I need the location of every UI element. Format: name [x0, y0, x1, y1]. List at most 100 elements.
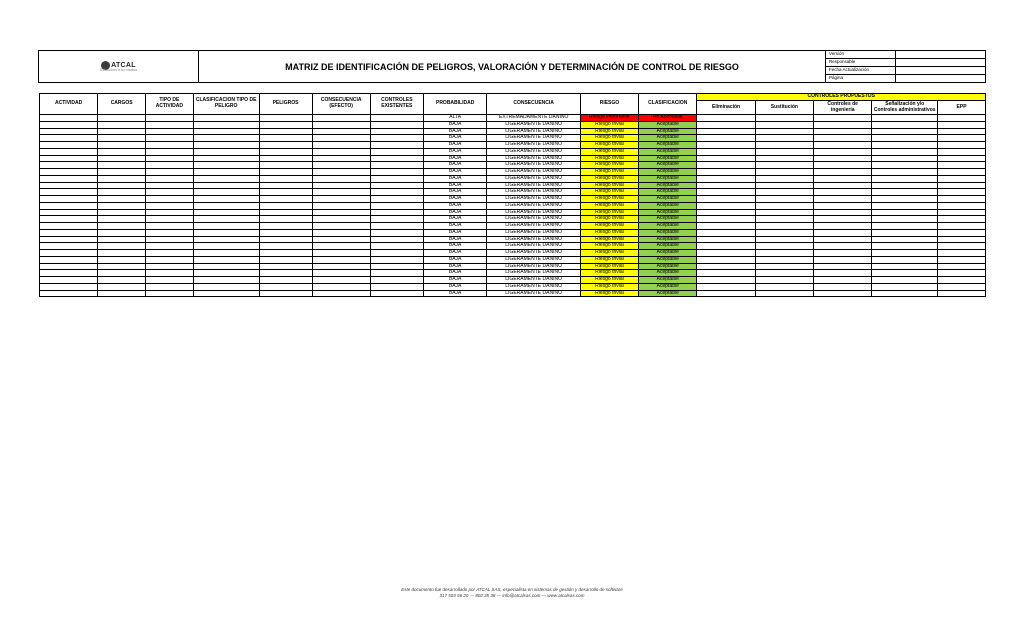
cell-consecuencia: LIGERAMENTE DAÑINO	[487, 196, 580, 203]
cell-blank	[755, 121, 813, 128]
col-group-controles-propuestos: CONTROLES PROPUESTOS	[697, 94, 986, 101]
matrix-body: ALTAEXTREMADAMENTE DAÑINORiesgo importan…	[40, 115, 986, 297]
cell-clasificacion: Aceptable	[639, 182, 697, 189]
cell-blank	[814, 121, 872, 128]
cell-blank	[938, 169, 986, 176]
cell-riesgo: Riesgo trivial	[580, 250, 638, 257]
cell-blank	[938, 135, 986, 142]
cell-clasificacion: Aceptable	[639, 196, 697, 203]
cell-clasificacion: Aceptable	[639, 162, 697, 169]
cell-riesgo: Riesgo trivial	[580, 290, 638, 297]
cell-blank	[814, 263, 872, 270]
cell-blank	[98, 250, 146, 257]
cell-blank	[146, 229, 194, 236]
cell-blank	[872, 283, 938, 290]
cell-probabilidad: BAJA	[423, 202, 487, 209]
matrix-wrap: ACTIVIDAD CARGOS TIPO DE ACTIVIDAD CLASI…	[39, 93, 986, 297]
cell-probabilidad: BAJA	[423, 290, 487, 297]
cell-riesgo: Riesgo trivial	[580, 135, 638, 142]
cell-blank	[40, 229, 98, 236]
cell-blank	[40, 290, 98, 297]
cell-blank	[259, 182, 312, 189]
cell-probabilidad: BAJA	[423, 250, 487, 257]
cell-blank	[872, 290, 938, 297]
cell-blank	[193, 270, 259, 277]
cell-blank	[193, 209, 259, 216]
cell-blank	[259, 243, 312, 250]
cell-blank	[259, 209, 312, 216]
cell-blank	[193, 196, 259, 203]
cell-riesgo: Riesgo trivial	[580, 229, 638, 236]
table-row: BAJALIGERAMENTE DAÑINORiesgo trivialAcep…	[40, 196, 986, 203]
header-table: ATCAL Soluciones a su medida MATRIZ DE I…	[38, 50, 986, 83]
cell-riesgo: Riesgo trivial	[580, 182, 638, 189]
cell-blank	[193, 121, 259, 128]
cell-blank	[697, 155, 755, 162]
cell-clasificacion: Aceptable	[639, 256, 697, 263]
cell-blank	[938, 128, 986, 135]
cell-blank	[697, 256, 755, 263]
cell-blank	[872, 155, 938, 162]
cell-blank	[697, 236, 755, 243]
cell-blank	[938, 148, 986, 155]
cell-blank	[98, 209, 146, 216]
cell-blank	[370, 263, 423, 270]
cell-blank	[312, 162, 370, 169]
footer: Este documento fue desarrollado por ATCA…	[0, 587, 1024, 601]
cell-blank	[938, 229, 986, 236]
cell-blank	[193, 189, 259, 196]
cell-probabilidad: BAJA	[423, 169, 487, 176]
col-epp: EPP	[938, 101, 986, 115]
cell-blank	[193, 236, 259, 243]
cell-blank	[259, 250, 312, 257]
col-clasif-peligro: CLASIFICACION TIPO DE PELIGRO	[193, 94, 259, 115]
cell-blank	[755, 169, 813, 176]
cell-consecuencia: LIGERAMENTE DAÑINO	[487, 169, 580, 176]
cell-blank	[814, 175, 872, 182]
col-eliminacion: Eliminación	[697, 101, 755, 115]
cell-blank	[697, 162, 755, 169]
table-row: BAJALIGERAMENTE DAÑINORiesgo trivialAcep…	[40, 243, 986, 250]
risk-matrix-table: ACTIVIDAD CARGOS TIPO DE ACTIVIDAD CLASI…	[39, 93, 986, 297]
table-row: BAJALIGERAMENTE DAÑINORiesgo trivialAcep…	[40, 229, 986, 236]
cell-blank	[312, 196, 370, 203]
page: ATCAL Soluciones a su medida MATRIZ DE I…	[0, 0, 1024, 622]
cell-blank	[40, 142, 98, 149]
cell-blank	[872, 277, 938, 284]
cell-blank	[697, 243, 755, 250]
cell-riesgo: Riesgo trivial	[580, 277, 638, 284]
cell-blank	[755, 202, 813, 209]
cell-blank	[146, 290, 194, 297]
cell-blank	[40, 169, 98, 176]
cell-blank	[755, 277, 813, 284]
table-row: BAJALIGERAMENTE DAÑINORiesgo trivialAcep…	[40, 128, 986, 135]
cell-blank	[370, 229, 423, 236]
cell-blank	[312, 216, 370, 223]
table-row: BAJALIGERAMENTE DAÑINORiesgo trivialAcep…	[40, 290, 986, 297]
cell-blank	[755, 236, 813, 243]
cell-blank	[312, 236, 370, 243]
cell-clasificacion: Aceptable	[639, 209, 697, 216]
cell-blank	[146, 270, 194, 277]
cell-blank	[193, 175, 259, 182]
cell-blank	[312, 209, 370, 216]
cell-blank	[814, 182, 872, 189]
cell-clasificacion: Aceptable	[639, 229, 697, 236]
table-row: BAJALIGERAMENTE DAÑINORiesgo trivialAcep…	[40, 189, 986, 196]
cell-blank	[40, 202, 98, 209]
cell-blank	[370, 182, 423, 189]
table-row: BAJALIGERAMENTE DAÑINORiesgo trivialAcep…	[40, 121, 986, 128]
cell-riesgo: Riesgo trivial	[580, 162, 638, 169]
cell-blank	[259, 135, 312, 142]
cell-blank	[370, 115, 423, 122]
cell-blank	[98, 216, 146, 223]
cell-consecuencia: LIGERAMENTE DAÑINO	[487, 277, 580, 284]
footer-line1: Este documento fue desarrollado por ATCA…	[0, 587, 1024, 594]
cell-blank	[872, 236, 938, 243]
cell-blank	[312, 115, 370, 122]
cell-blank	[146, 243, 194, 250]
cell-blank	[697, 250, 755, 257]
cell-blank	[312, 256, 370, 263]
cell-riesgo: Riesgo trivial	[580, 202, 638, 209]
cell-blank	[193, 142, 259, 149]
